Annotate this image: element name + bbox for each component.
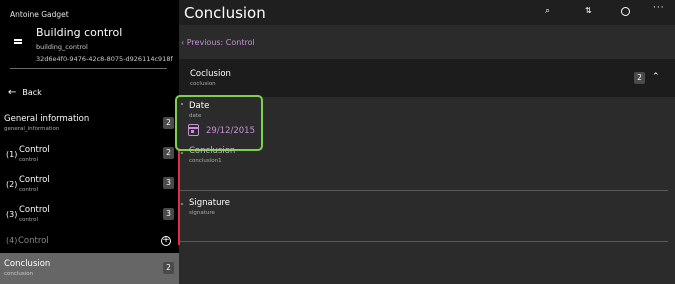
conclusion-field[interactable]: Conclusion conclusion1 <box>189 146 235 164</box>
calendar-icon[interactable] <box>188 124 199 136</box>
field-title: Date <box>189 101 210 111</box>
field-dot <box>181 103 183 105</box>
sidebar-item-title: Conclusion <box>4 259 51 269</box>
field-title: Conclusion <box>189 146 236 156</box>
sidebar-item-number: (3) <box>6 210 18 219</box>
field-subtitle: conclusion1 <box>189 158 222 164</box>
sync-icon[interactable] <box>621 7 630 16</box>
section-count-badge: 2 <box>634 72 645 84</box>
sidebar-item-number: (4) <box>6 236 18 245</box>
field-subtitle: date <box>189 113 202 119</box>
back-label: Back <box>22 88 42 97</box>
field-subtitle: signature <box>189 210 215 216</box>
chevron-left-icon: ‹ <box>181 38 185 47</box>
previous-label: Previous: Control <box>186 38 255 47</box>
document-subtitle: building_control <box>36 43 88 51</box>
sidebar-item-subtitle: general_information <box>4 126 60 132</box>
document-title: Building control <box>36 26 123 39</box>
collapse-icon[interactable]: ⇅ <box>585 6 592 15</box>
add-icon[interactable]: + <box>161 236 171 246</box>
sidebar-divider <box>10 68 167 69</box>
user-name: Antoine Gadget <box>10 10 69 19</box>
menu-icon[interactable] <box>14 39 22 46</box>
count-badge: 2 <box>163 117 174 129</box>
back-button[interactable]: ← Back <box>8 87 42 98</box>
date-field[interactable]: Date date <box>189 101 209 119</box>
sidebar-item-number: (2) <box>6 180 18 189</box>
document-guid: 32d6e4f0-9476-42c8-8075-d926114c918f <box>36 55 173 63</box>
field-dot <box>181 203 183 205</box>
search-icon[interactable]: ⌕ <box>545 6 550 16</box>
previous-link[interactable]: ‹ Previous: Control <box>181 38 255 47</box>
count-badge: 3 <box>163 177 174 189</box>
sidebar-item-subtitle: control <box>19 157 39 163</box>
sidebar-item-title: Control <box>19 205 50 215</box>
sidebar-item-conclusion[interactable]: Conclusion conclusion 2 <box>0 253 179 284</box>
field-title: Signature <box>189 198 231 208</box>
sidebar: Antoine Gadget Building control building… <box>0 0 179 284</box>
section-header[interactable] <box>179 59 675 97</box>
field-divider <box>180 241 668 242</box>
section-subtitle: coclusion <box>190 81 216 87</box>
sidebar-item-title: Control <box>18 236 49 246</box>
sidebar-item-title: Control <box>19 175 50 185</box>
sidebar-item-subtitle: control <box>19 217 39 223</box>
field-dot <box>181 152 183 154</box>
sidebar-item-title: Control <box>19 145 50 155</box>
count-badge: 3 <box>163 208 174 220</box>
sidebar-item-number: (1) <box>6 150 18 159</box>
field-divider <box>180 190 668 191</box>
signature-field[interactable]: Signature signature <box>189 198 230 216</box>
sidebar-item-subtitle: control <box>19 187 39 193</box>
section-title: Coclusion <box>190 69 231 79</box>
sidebar-item-title: General information <box>4 114 90 124</box>
back-arrow-icon: ← <box>8 87 17 98</box>
chevron-up-icon[interactable]: ⌃ <box>652 72 660 82</box>
count-badge: 2 <box>163 147 174 159</box>
sidebar-item-subtitle: conclusion <box>4 271 34 277</box>
page-title: Conclusion <box>184 4 266 22</box>
more-options-icon[interactable]: ··· <box>653 3 665 13</box>
date-value[interactable]: 29/12/2015 <box>206 126 255 136</box>
count-badge: 2 <box>163 262 174 274</box>
